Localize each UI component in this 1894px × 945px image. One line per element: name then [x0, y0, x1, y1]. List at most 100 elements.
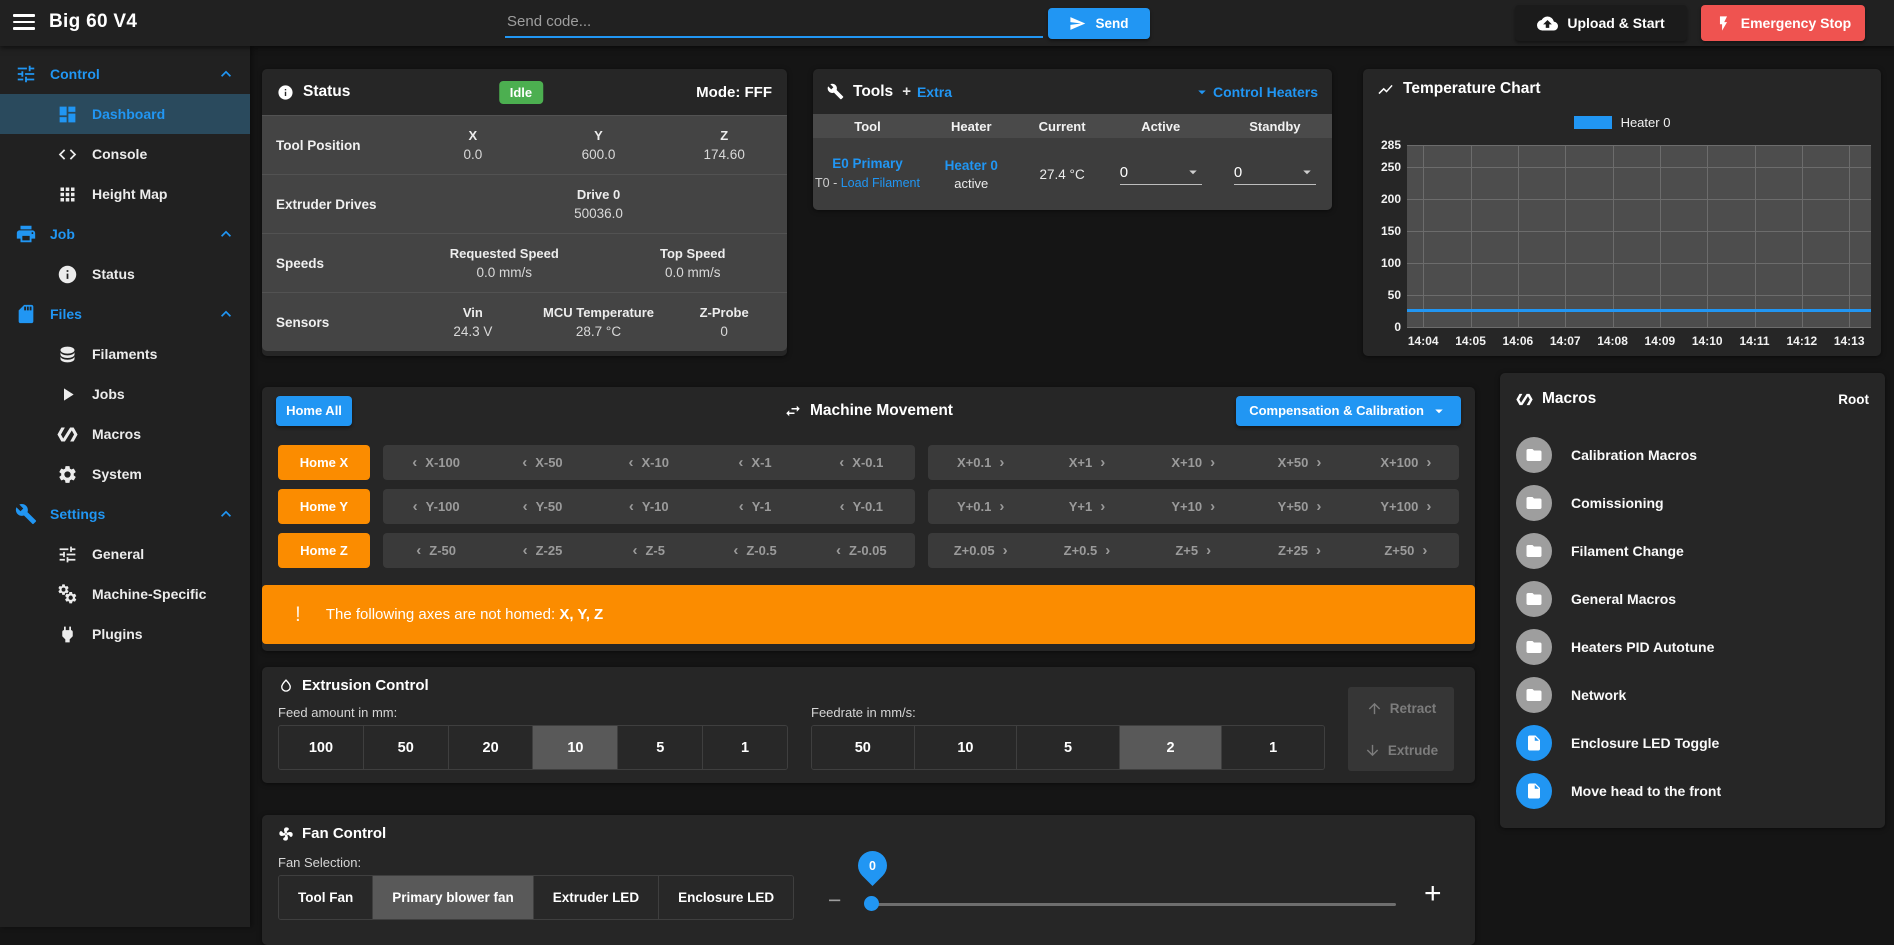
- sidebar-item-plugins[interactable]: Plugins: [0, 614, 250, 654]
- jog-x-50-button[interactable]: X+50›: [1246, 445, 1352, 480]
- macro-folder-heaters-pid-autotune[interactable]: Heaters PID Autotune: [1500, 623, 1885, 671]
- jog-x-50-button[interactable]: ‹X-50: [489, 445, 595, 480]
- upload-start-button[interactable]: Upload & Start: [1515, 5, 1687, 41]
- send-button[interactable]: Send: [1048, 8, 1150, 39]
- jog-z-50-button[interactable]: Z+50›: [1353, 533, 1459, 568]
- sidebar-item-height-map[interactable]: Height Map: [0, 174, 250, 214]
- sidebar-item-dashboard[interactable]: Dashboard: [0, 94, 250, 134]
- jog-y-50-button[interactable]: Y+50›: [1246, 489, 1352, 524]
- feed-amount-1-button[interactable]: 1: [703, 726, 787, 769]
- jog-x-10-button[interactable]: X+10›: [1140, 445, 1246, 480]
- jog-z-5-button[interactable]: ‹Z-5: [596, 533, 702, 568]
- home-all-button[interactable]: Home All: [276, 396, 352, 426]
- macros-panel-title: Macros: [1542, 390, 1596, 408]
- home-y-button[interactable]: Home Y: [278, 489, 370, 524]
- sidebar-item-system[interactable]: System: [0, 454, 250, 494]
- macro-file-enclosure-led-toggle[interactable]: Enclosure LED Toggle: [1500, 719, 1885, 767]
- jog-y-1-button[interactable]: ‹Y-1: [702, 489, 808, 524]
- jog-z-50-button[interactable]: ‹Z-50: [383, 533, 489, 568]
- jog-z-0-05-button[interactable]: ‹Z-0.05: [808, 533, 914, 568]
- feed-amount-20-button[interactable]: 20: [449, 726, 534, 769]
- macro-folder-calibration-macros[interactable]: Calibration Macros: [1500, 431, 1885, 479]
- macro-file-move-head-to-the-front[interactable]: Move head to the front: [1500, 767, 1885, 815]
- fan-enclosure-led-button[interactable]: Enclosure LED: [659, 876, 793, 919]
- emergency-stop-button[interactable]: Emergency Stop: [1701, 5, 1865, 41]
- sidebar-item-jobs[interactable]: Jobs: [0, 374, 250, 414]
- load-filament-link[interactable]: Load Filament: [841, 176, 920, 190]
- fan-decrease-button[interactable]: −: [828, 887, 841, 914]
- dashboard-icon: [57, 104, 78, 125]
- sidebar-group-job[interactable]: Job: [0, 214, 250, 254]
- fan-extruder-led-button[interactable]: Extruder LED: [534, 876, 659, 919]
- gridline-v: [1423, 145, 1424, 327]
- sidebar-item-filaments[interactable]: Filaments: [0, 334, 250, 374]
- sidebar-item-macros[interactable]: Macros: [0, 414, 250, 454]
- macros-breadcrumb-root[interactable]: Root: [1838, 392, 1869, 407]
- jog-x-100-button[interactable]: ‹X-100: [383, 445, 489, 480]
- macro-folder-comissioning[interactable]: Comissioning: [1500, 479, 1885, 527]
- macros-panel: Macros Root Calibration MacrosComissioni…: [1500, 373, 1885, 828]
- fan-primary-blower-fan-button[interactable]: Primary blower fan: [373, 876, 534, 919]
- sidebar-item-general[interactable]: General: [0, 534, 250, 574]
- sidebar-item-console[interactable]: Console: [0, 134, 250, 174]
- compensation-calibration-button[interactable]: Compensation & Calibration: [1236, 396, 1461, 426]
- gcode-input[interactable]: [505, 6, 1043, 38]
- jog-y-100-button[interactable]: Y+100›: [1353, 489, 1459, 524]
- heater-toggle-link[interactable]: Heater 0: [922, 158, 1021, 173]
- sidebar-item-machine-specific[interactable]: Machine-Specific: [0, 574, 250, 614]
- sidebar-item-status[interactable]: Status: [0, 254, 250, 294]
- macro-folder-general-macros[interactable]: General Macros: [1500, 575, 1885, 623]
- extrude-button[interactable]: Extrude: [1348, 729, 1454, 771]
- macro-folder-network[interactable]: Network: [1500, 671, 1885, 719]
- fan-speed-slider-track[interactable]: [870, 903, 1396, 906]
- home-x-button[interactable]: Home X: [278, 445, 370, 480]
- chevron-up-icon: [216, 224, 236, 244]
- feedrate-2-button[interactable]: 2: [1120, 726, 1223, 769]
- fan-speed-slider-thumb[interactable]: [864, 896, 879, 911]
- feedrate-10-button[interactable]: 10: [915, 726, 1018, 769]
- sidebar-group-files[interactable]: Files: [0, 294, 250, 334]
- home-z-button[interactable]: Home Z: [278, 533, 370, 568]
- sidebar-group-control[interactable]: Control: [0, 54, 250, 94]
- fan-tool-fan-button[interactable]: Tool Fan: [279, 876, 373, 919]
- jog-z-5-button[interactable]: Z+5›: [1140, 533, 1246, 568]
- jog-z-0-05-button[interactable]: Z+0.05›: [928, 533, 1034, 568]
- jog-z-25-button[interactable]: ‹Z-25: [489, 533, 595, 568]
- jog-z-0-5-button[interactable]: ‹Z-0.5: [702, 533, 808, 568]
- feedrate-50-button[interactable]: 50: [812, 726, 915, 769]
- menu-icon[interactable]: [13, 14, 35, 30]
- jog-x-1-button[interactable]: X+1›: [1034, 445, 1140, 480]
- control-heaters-button[interactable]: Control Heaters: [1193, 83, 1318, 101]
- slider-value-bubble[interactable]: 0: [852, 845, 893, 886]
- retract-button[interactable]: Retract: [1348, 687, 1454, 729]
- jog-x-1-button[interactable]: ‹X-1: [702, 445, 808, 480]
- jog-y-100-button[interactable]: ‹Y-100: [383, 489, 489, 524]
- fan-selection-label: Fan Selection:: [278, 855, 361, 870]
- jog-x-100-button[interactable]: X+100›: [1353, 445, 1459, 480]
- jog-y-10-button[interactable]: ‹Y-10: [596, 489, 702, 524]
- active-temp-select[interactable]: 0: [1120, 163, 1202, 185]
- jog-x-0-1-button[interactable]: X+0.1›: [928, 445, 1034, 480]
- standby-temp-select[interactable]: 0: [1234, 163, 1316, 185]
- feedrate-1-button[interactable]: 1: [1222, 726, 1324, 769]
- sidebar-group-settings[interactable]: Settings: [0, 494, 250, 534]
- chart-plot-area: [1407, 145, 1871, 327]
- fan-increase-button[interactable]: +: [1424, 877, 1442, 911]
- jog-x-10-button[interactable]: ‹X-10: [596, 445, 702, 480]
- feed-amount-10-button[interactable]: 10: [533, 726, 618, 769]
- tool-select-link[interactable]: E0 Primary: [813, 156, 922, 171]
- jog-x-0-1-button[interactable]: ‹X-0.1: [808, 445, 914, 480]
- jog-z-0-5-button[interactable]: Z+0.5›: [1034, 533, 1140, 568]
- jog-z-25-button[interactable]: Z+25›: [1246, 533, 1352, 568]
- extra-link[interactable]: Extra: [917, 84, 952, 100]
- feed-amount-5-button[interactable]: 5: [618, 726, 703, 769]
- feed-amount-100-button[interactable]: 100: [279, 726, 364, 769]
- jog-y-0-1-button[interactable]: ‹Y-0.1: [808, 489, 914, 524]
- feedrate-5-button[interactable]: 5: [1017, 726, 1120, 769]
- jog-y-50-button[interactable]: ‹Y-50: [489, 489, 595, 524]
- feed-amount-50-button[interactable]: 50: [364, 726, 449, 769]
- jog-y-10-button[interactable]: Y+10›: [1140, 489, 1246, 524]
- jog-y-0-1-button[interactable]: Y+0.1›: [928, 489, 1034, 524]
- macro-folder-filament-change[interactable]: Filament Change: [1500, 527, 1885, 575]
- jog-y-1-button[interactable]: Y+1›: [1034, 489, 1140, 524]
